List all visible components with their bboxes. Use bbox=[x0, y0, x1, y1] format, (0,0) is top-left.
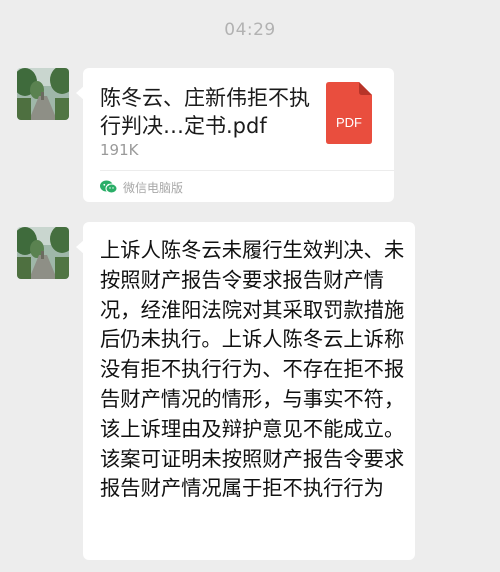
sender-avatar[interactable] bbox=[17, 68, 69, 120]
avatar-image bbox=[17, 227, 69, 279]
pdf-icon-label: PDF bbox=[336, 115, 362, 130]
file-message-bubble[interactable]: 陈冬云、庄新伟拒不执行判决…定书.pdf 191K PDF 微信电脑版 bbox=[76, 68, 394, 202]
text-message-bubble[interactable]: 上诉人陈冬云未履行生效判决、未按照财产报告令要求报告财产情况，经淮阳法院对其采取… bbox=[76, 222, 415, 560]
message-timestamp: 04:29 bbox=[224, 20, 276, 40]
pdf-file-icon: PDF bbox=[326, 82, 372, 144]
source-row: 微信电脑版 bbox=[100, 178, 183, 196]
file-size: 191K bbox=[100, 141, 139, 159]
bubble-divider bbox=[100, 170, 394, 171]
file-name: 陈冬云、庄新伟拒不执行判决…定书.pdf bbox=[100, 86, 310, 138]
message-text: 上诉人陈冬云未履行生效判决、未按照财产报告令要求报告财产情况，经淮阳法院对其采取… bbox=[100, 238, 405, 501]
avatar-image bbox=[17, 68, 69, 120]
wechat-icon bbox=[100, 180, 117, 194]
sender-avatar[interactable] bbox=[17, 227, 69, 279]
source-label: 微信电脑版 bbox=[123, 180, 184, 195]
